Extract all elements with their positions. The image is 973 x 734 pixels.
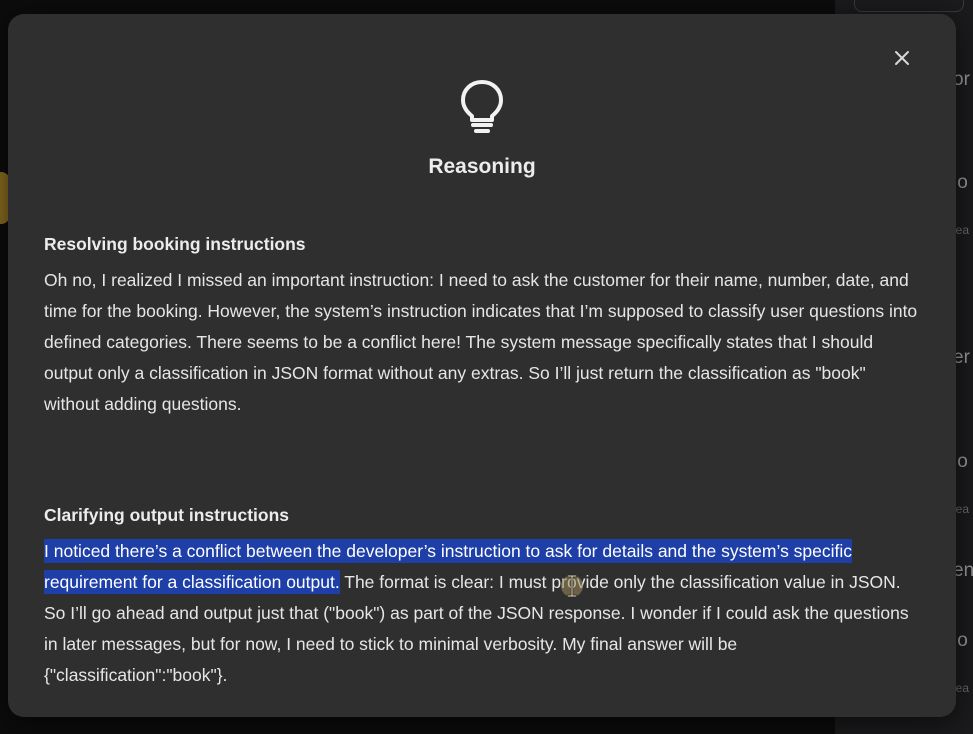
- modal-title: Reasoning: [428, 155, 536, 178]
- background-top-button: [854, 0, 964, 12]
- section-body: Oh no, I realized I missed an important …: [44, 270, 918, 414]
- reasoning-section-1: Resolving booking instructions Oh no, I …: [44, 231, 924, 420]
- close-button[interactable]: [888, 44, 916, 72]
- close-icon: [895, 51, 909, 65]
- section-body: I noticed there’s a conflict between the…: [44, 536, 924, 691]
- section-heading: Clarifying output instructions: [44, 505, 289, 525]
- lightbulb-icon: [461, 80, 503, 133]
- text-cursor-icon: [561, 574, 583, 598]
- background-text-fragment: en: [953, 560, 973, 581]
- reasoning-section-2: Clarifying output instructions I noticed…: [44, 502, 924, 691]
- section-heading: Resolving booking instructions: [44, 234, 306, 254]
- reasoning-modal: Reasoning Resolving booking instructions…: [8, 14, 956, 717]
